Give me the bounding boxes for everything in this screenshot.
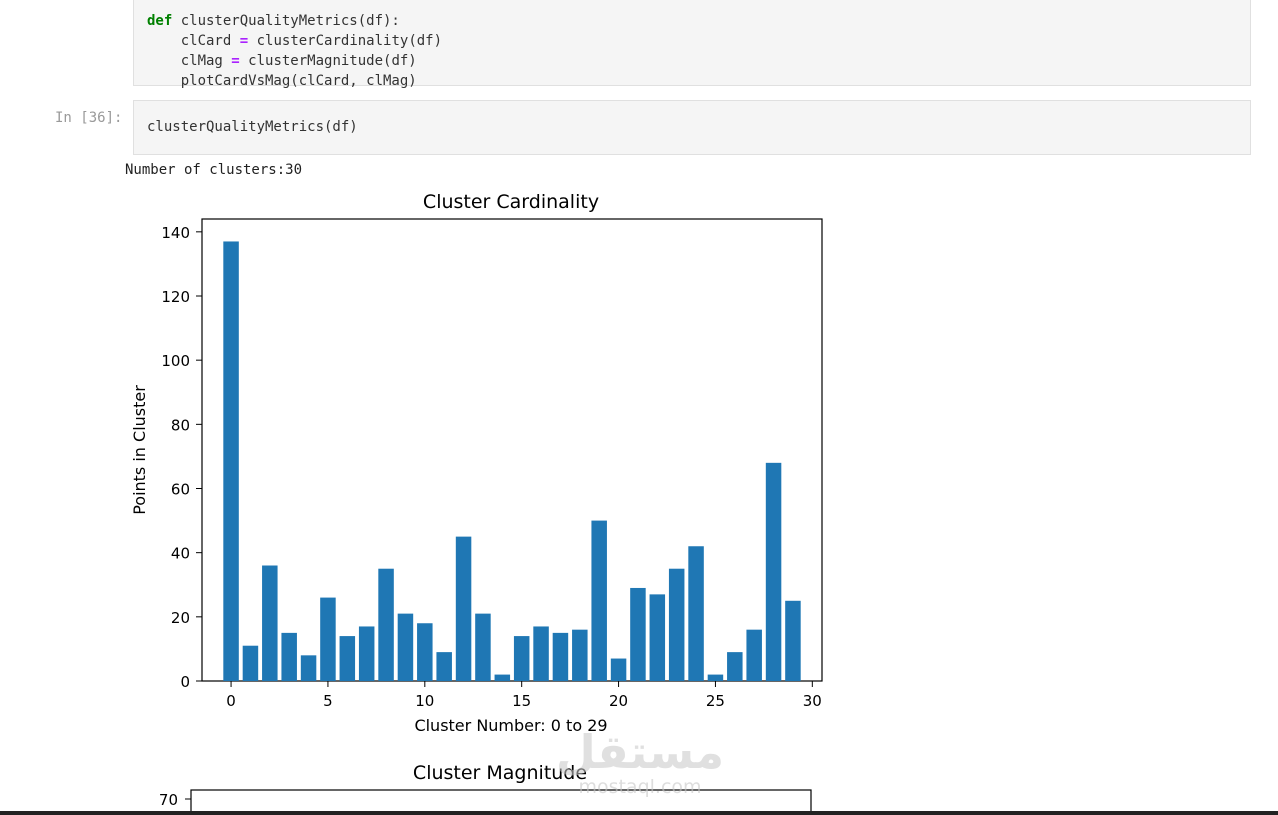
cluster-cardinality-chart: Cluster Cardinality 0 20 40 60 80 100 120 140 0… bbox=[130, 191, 823, 815]
bar bbox=[417, 623, 433, 681]
y-tick-label: 120 bbox=[161, 288, 190, 306]
y-tick-label: 80 bbox=[171, 416, 190, 434]
bar bbox=[339, 636, 356, 681]
bar bbox=[513, 636, 530, 681]
bar bbox=[610, 658, 627, 681]
bar bbox=[300, 655, 317, 681]
y-axis-label: Points in Cluster bbox=[130, 385, 149, 515]
bar bbox=[668, 568, 685, 681]
watermark-arabic: مستقل bbox=[556, 725, 724, 779]
bar bbox=[494, 674, 511, 681]
bar bbox=[533, 626, 549, 681]
bar bbox=[649, 594, 666, 681]
bar bbox=[572, 629, 588, 681]
window-bottom-border bbox=[0, 811, 1278, 815]
bar bbox=[320, 597, 336, 681]
x-tick-label: 10 bbox=[415, 692, 434, 710]
x-tick-label: 20 bbox=[609, 692, 628, 710]
bar bbox=[242, 645, 259, 681]
bar bbox=[688, 546, 704, 681]
bar bbox=[358, 626, 375, 681]
y-tick-label: 0 bbox=[180, 673, 190, 691]
y-tick-label: 140 bbox=[161, 224, 190, 242]
bar bbox=[475, 613, 491, 681]
y-tick-label: 60 bbox=[171, 481, 190, 499]
y-tick-label: 70 bbox=[159, 791, 178, 809]
x-tick-label: 25 bbox=[706, 692, 725, 710]
bar bbox=[785, 600, 801, 681]
bar bbox=[552, 632, 569, 681]
bar bbox=[281, 632, 297, 681]
bar bbox=[765, 462, 782, 681]
y-tick-label: 40 bbox=[171, 545, 190, 563]
watermark-latin: mostaql.com bbox=[578, 776, 701, 798]
x-tick-label: 15 bbox=[512, 692, 531, 710]
y-tick-label: 20 bbox=[171, 609, 190, 627]
bar bbox=[378, 568, 394, 681]
bar bbox=[746, 629, 762, 681]
x-tick-label: 5 bbox=[323, 692, 333, 710]
bar bbox=[591, 520, 607, 681]
bar bbox=[707, 674, 724, 681]
chart-title: Cluster Cardinality bbox=[423, 191, 599, 213]
bar bbox=[262, 565, 278, 681]
bar bbox=[397, 613, 414, 681]
bar bbox=[223, 241, 239, 682]
bar bbox=[455, 536, 472, 681]
bar bbox=[436, 652, 452, 681]
x-tick-label: 0 bbox=[226, 692, 236, 710]
x-tick-label: 30 bbox=[803, 692, 822, 710]
plot-frame bbox=[201, 218, 823, 682]
bar bbox=[630, 587, 646, 681]
y-tick-label: 100 bbox=[161, 352, 190, 370]
bar bbox=[727, 652, 743, 681]
